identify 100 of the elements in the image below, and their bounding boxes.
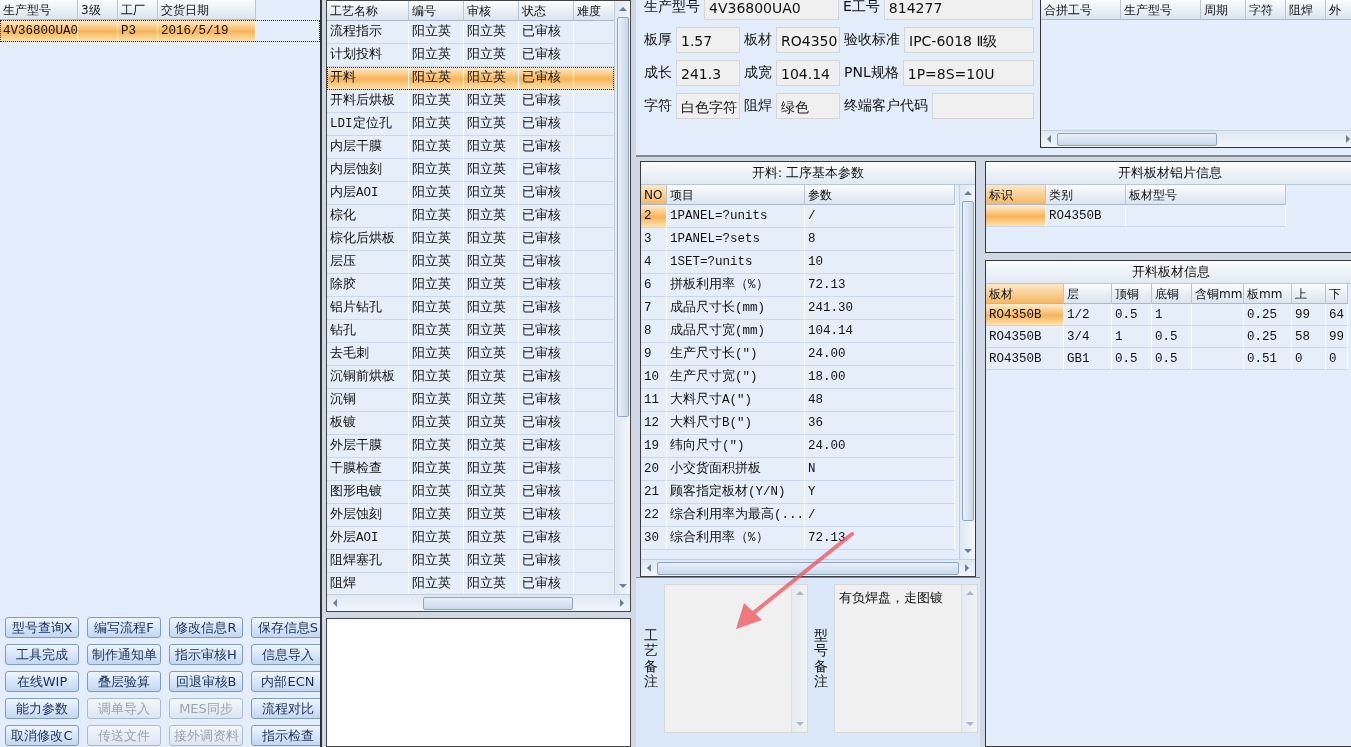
input-field[interactable]: 绿色 (776, 93, 840, 119)
column-header[interactable]: 字符 (1246, 0, 1286, 20)
table-cell[interactable]: 21 (641, 481, 667, 504)
column-header[interactable]: 状态 (519, 1, 574, 21)
column-header[interactable]: 层 (1064, 284, 1112, 304)
toolbar-button[interactable]: 回退审核B (169, 671, 243, 692)
table-cell[interactable] (986, 205, 1046, 227)
table-cell[interactable]: 22 (641, 504, 667, 527)
column-header[interactable]: 板mm (1244, 284, 1292, 304)
input-field[interactable]: 白色字符 (676, 93, 740, 119)
toolbar-button[interactable]: 编写流程F (87, 617, 161, 638)
toolbar-button[interactable]: 工具完成 (5, 644, 79, 665)
column-header[interactable]: 审核 (464, 1, 519, 21)
toolbar-button[interactable]: 叠层验算 (87, 671, 161, 692)
column-header[interactable]: 下 (1326, 284, 1348, 304)
table-row[interactable]: 铝片钻孔 阳立英 阳立英 已审核 (327, 297, 614, 320)
table-row[interactable]: 开料后烘板 阳立英 阳立英 已审核 (327, 90, 614, 113)
column-header[interactable]: 阻焊 (1286, 0, 1326, 20)
table-row[interactable]: 干膜检查 阳立英 阳立英 已审核 (327, 458, 614, 481)
table-cell[interactable]: 4 (641, 251, 667, 274)
column-header[interactable]: 项目 (667, 185, 805, 205)
table-row[interactable]: 去毛刺 阳立英 阳立英 已审核 (327, 343, 614, 366)
input-field[interactable]: 1P=8S=10U (902, 60, 1034, 86)
column-header[interactable]: NO (641, 185, 667, 205)
table-row[interactable]: LDI定位孔 阳立英 阳立英 已审核 (327, 113, 614, 136)
table-cell[interactable]: 3 (641, 228, 667, 251)
table-cell[interactable]: 7 (641, 297, 667, 320)
table-row[interactable]: 棕化 阳立英 阳立英 已审核 (327, 205, 614, 228)
toolbar-button[interactable]: 保存信息S (251, 617, 320, 638)
table-row[interactable]: 钻孔 阳立英 阳立英 已审核 (327, 320, 614, 343)
table-row[interactable]: 计划投料 阳立英 阳立英 已审核 (327, 44, 614, 67)
toolbar-button[interactable]: 信息导入 (251, 644, 320, 665)
input-field[interactable]: 104.14 (776, 60, 840, 86)
table-row[interactable]: 板镀 阳立英 阳立英 已审核 (327, 412, 614, 435)
column-header[interactable]: 交货日期 (158, 0, 256, 20)
notes-field[interactable] (664, 584, 808, 733)
toolbar-button[interactable]: 制作通知单 (87, 644, 161, 665)
toolbar-button[interactable]: 指示检查 (251, 725, 320, 746)
input-field[interactable]: RO4350 (776, 27, 840, 53)
toolbar-button[interactable]: 修改信息R (169, 617, 243, 638)
table-row[interactable]: 层压 阳立英 阳立英 已审核 (327, 251, 614, 274)
input-field[interactable]: 4V36800UA0 (704, 0, 839, 20)
toolbar-button[interactable]: 流程对比 (251, 698, 320, 719)
column-header[interactable]: 板材 (986, 284, 1064, 304)
column-header[interactable]: 工厂 (118, 0, 158, 20)
table-row[interactable]: 内层干膜 阳立英 阳立英 已审核 (327, 136, 614, 159)
column-header[interactable]: 生产型号 (0, 0, 78, 20)
toolbar-button[interactable]: 内部ECN (251, 671, 320, 692)
table-row[interactable]: 内层蚀刻 阳立英 阳立英 已审核 (327, 159, 614, 182)
column-header[interactable]: 上 (1292, 284, 1326, 304)
toolbar-button[interactable]: 在线WIP (5, 671, 79, 692)
column-header[interactable]: 标识 (986, 185, 1046, 205)
column-header[interactable]: 外 (1326, 0, 1351, 20)
toolbar-button[interactable]: 能力参数 (5, 698, 79, 719)
column-header[interactable]: 合拼工号 (1041, 0, 1121, 20)
table-cell[interactable]: 6 (641, 274, 667, 297)
toolbar-button[interactable]: 型号查询X (5, 617, 79, 638)
table-row[interactable]: 开料 阳立英 阳立英 已审核 (327, 67, 614, 90)
table-cell[interactable]: 20 (641, 458, 667, 481)
vertical-scrollbar[interactable] (959, 185, 975, 559)
input-field[interactable]: 1.57 (676, 27, 740, 53)
table-row[interactable]: 除胶 阳立英 阳立英 已审核 (327, 274, 614, 297)
column-header[interactable]: 底铜 (1152, 284, 1192, 304)
table-cell[interactable]: RO4350B (986, 326, 1064, 348)
table-cell[interactable]: 19 (641, 435, 667, 458)
table-row[interactable]: 内层AOI 阳立英 阳立英 已审核 (327, 182, 614, 205)
input-field[interactable] (932, 93, 1034, 119)
table-cell[interactable]: RO4350B (986, 348, 1064, 370)
table-row[interactable]: 外层蚀刻 阳立英 阳立英 已审核 (327, 504, 614, 527)
table-row[interactable]: 阻焊塞孔 阳立英 阳立英 已审核 (327, 550, 614, 573)
vertical-scrollbar[interactable] (614, 1, 630, 594)
table-row[interactable]: 图形电镀 阳立英 阳立英 已审核 (327, 481, 614, 504)
column-header[interactable]: 参数 (805, 185, 955, 205)
input-field[interactable]: IPC-6018 Ⅱ级 (904, 27, 1034, 53)
horizontal-scrollbar[interactable] (327, 594, 630, 611)
table-row[interactable]: 棕化后烘板 阳立英 阳立英 已审核 (327, 228, 614, 251)
table-cell[interactable]: 30 (641, 527, 667, 550)
column-header[interactable]: 类别 (1046, 185, 1126, 205)
input-field[interactable]: 241.3 (676, 60, 740, 86)
toolbar-button[interactable]: 取消修改C (5, 725, 79, 746)
table-row[interactable]: 流程指示 阳立英 阳立英 已审核 (327, 21, 614, 44)
table-row[interactable]: 沉铜前烘板 阳立英 阳立英 已审核 (327, 366, 614, 389)
table-row[interactable]: 沉铜 阳立英 阳立英 已审核 (327, 389, 614, 412)
table-cell[interactable]: 2 (641, 205, 667, 228)
table-cell[interactable]: 9 (641, 343, 667, 366)
column-header[interactable]: 周期 (1201, 0, 1246, 20)
column-header[interactable]: 3级 (78, 0, 118, 20)
column-header[interactable]: 板材型号 (1126, 185, 1286, 205)
table-cell[interactable]: RO4350B (986, 304, 1064, 326)
notes-field[interactable]: 有负焊盘，走图镀 (834, 584, 978, 733)
column-header[interactable]: 顶铜 (1112, 284, 1152, 304)
table-cell[interactable]: 8 (641, 320, 667, 343)
input-field[interactable]: 814277 (883, 0, 1033, 20)
horizontal-scrollbar[interactable] (641, 559, 975, 576)
toolbar-button[interactable]: 指示审核H (169, 644, 243, 665)
table-cell[interactable]: 11 (641, 389, 667, 412)
column-header[interactable]: 工艺名称 (327, 1, 409, 21)
table-row[interactable]: 外层AOI 阳立英 阳立英 已审核 (327, 527, 614, 550)
column-header[interactable]: 含铜mm (1192, 284, 1244, 304)
horizontal-scrollbar[interactable] (1041, 130, 1351, 147)
